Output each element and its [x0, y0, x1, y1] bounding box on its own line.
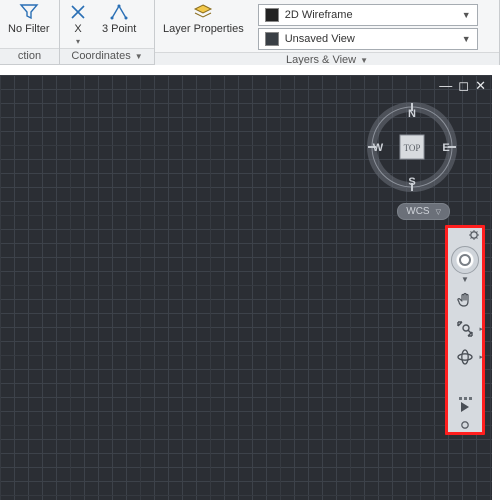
three-point-button[interactable]: 3 Point	[100, 2, 138, 35]
close-button[interactable]: ✕	[475, 78, 486, 94]
group-title-selection[interactable]: ction	[0, 48, 59, 64]
view-swatch-icon	[265, 32, 279, 46]
layer-properties-label: Layer Properties	[163, 23, 244, 35]
three-point-label: 3 Point	[102, 23, 136, 35]
steering-wheel-button[interactable]	[451, 246, 479, 274]
layers-icon	[193, 2, 213, 22]
navigation-bar-highlight: ▼ ▸ ▸	[445, 225, 485, 435]
viewport-window-controls: — ◻ ✕	[439, 78, 486, 94]
chevron-right-icon: ▸	[479, 353, 483, 361]
minimize-button[interactable]: —	[439, 78, 452, 94]
no-filter-button[interactable]: No Filter	[6, 2, 52, 35]
svg-text:N: N	[408, 108, 416, 120]
x-axis-label: X	[74, 23, 81, 35]
ribbon-group-coordinates: X ▾ 3 Point Coordinates ▼	[60, 0, 155, 64]
viewcube[interactable]: TOP N S E W	[362, 97, 462, 197]
wcs-selector[interactable]: WCS▽	[397, 201, 450, 220]
layer-properties-button[interactable]: Layer Properties	[161, 2, 246, 35]
steering-wheel-dropdown[interactable]: ▼	[448, 275, 482, 285]
three-point-icon	[109, 2, 129, 22]
drawing-canvas[interactable]: — ◻ ✕ TOP N S E W WCS▽	[0, 75, 492, 500]
saved-view-dropdown[interactable]: Unsaved View ▼	[258, 28, 478, 50]
ribbon-group-layers: Layer Properties 2D Wireframe ▼ Unsaved …	[155, 0, 500, 64]
chevron-right-icon: ▸	[479, 325, 483, 333]
chevron-down-icon: ▼	[462, 34, 471, 44]
chevron-down-icon: ▼	[462, 10, 471, 20]
orbit-button[interactable]: ▸	[451, 345, 479, 369]
x-axis-button[interactable]: X ▾	[66, 2, 90, 48]
showmotion-button[interactable]	[459, 397, 472, 400]
no-filter-label: No Filter	[8, 23, 50, 35]
navbar-options-button[interactable]	[448, 228, 482, 244]
svg-text:S: S	[408, 176, 415, 188]
navigation-bar: ▼ ▸ ▸	[448, 228, 482, 432]
drawing-stage: — ◻ ✕ TOP N S E W WCS▽	[0, 65, 500, 500]
wireframe-swatch-icon	[265, 8, 279, 22]
chevron-down-icon: ▼	[135, 52, 143, 61]
viewcube-face-label: TOP	[404, 143, 421, 153]
chevron-down-icon: ▽	[436, 208, 441, 216]
svg-text:W: W	[373, 142, 384, 154]
maximize-button[interactable]: ◻	[458, 78, 469, 94]
ribbon-group-selection: No Filter ction	[0, 0, 60, 64]
x-axis-icon	[68, 2, 88, 22]
play-icon[interactable]	[461, 402, 469, 412]
zoom-extents-button[interactable]: ▸	[451, 317, 479, 341]
svg-text:E: E	[442, 142, 449, 154]
chevron-down-icon: ▼	[360, 56, 368, 65]
group-title-coordinates[interactable]: Coordinates ▼	[60, 48, 154, 64]
navbar-options-bottom[interactable]	[460, 420, 470, 430]
funnel-icon	[19, 2, 39, 22]
ribbon: No Filter ction X ▾ 3 Point Coo	[0, 0, 500, 65]
pan-button[interactable]	[451, 289, 479, 313]
visual-style-dropdown[interactable]: 2D Wireframe ▼	[258, 4, 478, 26]
